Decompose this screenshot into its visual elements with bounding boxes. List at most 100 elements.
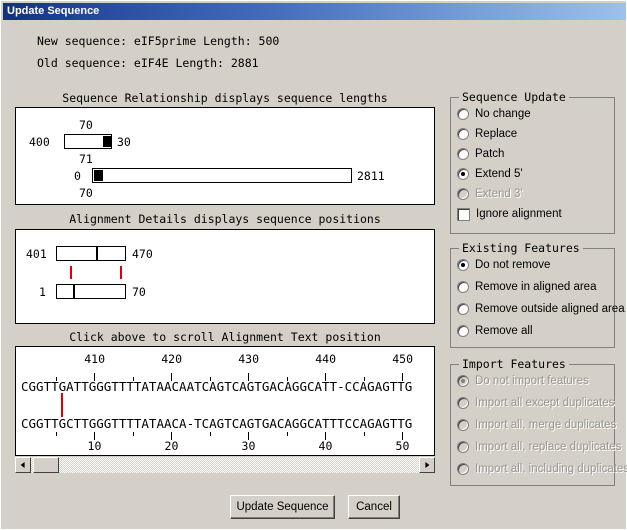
sequence-update-label-3: Extend 5' [475, 168, 523, 180]
new-bar-right-label: 30 [117, 135, 131, 149]
old-bar-bottom-label: 70 [79, 186, 93, 200]
scroll-left-arrow-icon[interactable] [15, 457, 31, 473]
old-bar-right-label: 2811 [357, 169, 385, 183]
align-bottom-right-label: 70 [132, 285, 146, 299]
align-top-bar [56, 246, 126, 261]
existing-features-radio-3[interactable] [457, 325, 469, 337]
sequence-update-option-3[interactable]: Extend 5' [457, 166, 523, 182]
sequence-update-label-4: Extend 3' [475, 188, 523, 200]
sequence-update-option-2[interactable]: Patch [457, 146, 504, 162]
new-sequence-info: New sequence: eIF5prime Length: 500 [37, 34, 279, 48]
ruler-label: 430 [238, 352, 259, 366]
existing-features-option-2[interactable]: Remove outside aligned area [457, 301, 625, 317]
import-features-option-0: Do not import features [457, 373, 589, 389]
import-features-radio-4 [457, 463, 469, 475]
sequence-update-radio-0[interactable] [457, 108, 469, 120]
import-features-option-2: Import all, merge duplicates [457, 417, 616, 433]
ignore-alignment-checkbox[interactable] [457, 208, 470, 221]
mismatch-tick-top [61, 393, 63, 405]
import-features-option-3: Import all, replace duplicates [457, 439, 621, 455]
import-features-group-title: Import Features [459, 357, 569, 371]
sequence-update-label-1: Replace [475, 128, 517, 140]
existing-features-radio-2[interactable] [457, 303, 469, 315]
align-top-bar-marker [96, 246, 98, 261]
alignment-horizontal-scrollbar[interactable] [15, 457, 435, 473]
old-sequence-bar-overlap [94, 170, 103, 181]
align-top-left-label: 401 [26, 247, 47, 261]
ruler-label: 30 [242, 439, 256, 453]
ruler-label: 50 [396, 439, 410, 453]
old-sequence-info: Old sequence: eIF4E Length: 2881 [37, 56, 259, 70]
import-features-radio-3 [457, 441, 469, 453]
new-sequence-bar-overlap [103, 136, 111, 147]
update-sequence-dialog: Update Sequence New sequence: eIF5prime … [0, 0, 627, 530]
new-bar-bottom-label: 71 [79, 152, 93, 166]
import-features-radio-0 [457, 375, 469, 387]
update-sequence-button[interactable]: Update Sequence [230, 495, 335, 519]
new-bar-top-label: 70 [79, 118, 93, 132]
ruler-label: 40 [319, 439, 333, 453]
old-bar-left-label: 0 [74, 169, 81, 183]
ruler-label: 10 [88, 439, 102, 453]
new-bar-left-label: 400 [29, 135, 50, 149]
import-features-label-4: Import all, including duplicates [475, 463, 627, 475]
existing-features-label-3: Remove all [475, 325, 533, 337]
top-sequence-text: CGGTTGATTGGGTTTTATAACAATCAGTCAGTGACAGGCA… [21, 379, 412, 394]
existing-features-group-title: Existing Features [459, 241, 583, 255]
alignment-text-panel[interactable]: 410420430440450 CGGTTGATTGGGTTTTATAACAAT… [15, 346, 435, 456]
scrollbar-thumb[interactable] [33, 457, 59, 473]
bottom-sequence-text: CGGTTGCTTGGGTTTTATAACA-TCAGTCAGTGACAGGCA… [21, 416, 412, 431]
bottom-ruler-ticks [16, 432, 435, 446]
ignore-alignment-option[interactable]: Ignore alignment [457, 206, 562, 222]
sequence-update-option-1[interactable]: Replace [457, 126, 517, 142]
ruler-label: 410 [84, 352, 105, 366]
existing-features-group: Existing Features Do not removeRemove in… [450, 248, 615, 348]
import-features-group: Import Features Do not import featuresIm… [450, 364, 615, 486]
import-features-radio-1 [457, 397, 469, 409]
sequence-update-radio-4 [457, 188, 469, 200]
align-bottom-left-label: 1 [39, 285, 46, 299]
sequence-update-radio-1[interactable] [457, 128, 469, 140]
existing-features-radio-1[interactable] [457, 281, 469, 293]
scroll-right-arrow-icon[interactable] [419, 457, 435, 473]
alignment-details-panel[interactable]: 401 470 1 70 [15, 229, 435, 324]
import-features-option-4: Import all, including duplicates [457, 461, 627, 477]
sequence-update-group-title: Sequence Update [459, 90, 569, 104]
ignore-alignment-label: Ignore alignment [476, 208, 562, 220]
align-top-right-label: 470 [132, 247, 153, 261]
ruler-label: 420 [161, 352, 182, 366]
sequence-update-radio-3[interactable] [457, 168, 469, 180]
existing-features-radio-0[interactable] [457, 259, 469, 271]
import-features-label-2: Import all, merge duplicates [475, 419, 616, 431]
window-titlebar: Update Sequence [3, 3, 626, 20]
import-features-label-3: Import all, replace duplicates [475, 441, 621, 453]
align-bottom-bar [56, 284, 126, 299]
existing-features-label-1: Remove in aligned area [475, 281, 596, 293]
align-red-tick-right [120, 266, 122, 279]
ruler-label: 20 [165, 439, 179, 453]
sequence-relationship-panel[interactable]: 70 400 30 71 0 2811 70 [15, 107, 435, 205]
existing-features-label-2: Remove outside aligned area [475, 303, 625, 315]
sequence-relationship-caption: Sequence Relationship displays sequence … [15, 91, 435, 105]
import-features-radio-2 [457, 419, 469, 431]
existing-features-label-0: Do not remove [475, 259, 550, 271]
sequence-update-group: Sequence Update No changeReplacePatchExt… [450, 97, 615, 234]
sequence-update-option-4: Extend 3' [457, 186, 523, 202]
old-sequence-bar [92, 168, 352, 183]
alignment-details-caption: Alignment Details displays sequence posi… [15, 212, 435, 226]
import-features-label-1: Import all except duplicates [475, 397, 614, 409]
ruler-label: 450 [392, 352, 413, 366]
sequence-update-label-0: No change [475, 108, 531, 120]
import-features-label-0: Do not import features [475, 375, 589, 387]
existing-features-option-0[interactable]: Do not remove [457, 257, 550, 273]
sequence-update-radio-2[interactable] [457, 148, 469, 160]
existing-features-option-3[interactable]: Remove all [457, 323, 533, 339]
sequence-update-label-2: Patch [475, 148, 504, 160]
alignment-text-caption: Click above to scroll Alignment Text pos… [15, 330, 435, 344]
existing-features-option-1[interactable]: Remove in aligned area [457, 279, 596, 295]
align-red-tick-left [70, 266, 72, 279]
cancel-button[interactable]: Cancel [348, 495, 400, 519]
sequence-update-option-0[interactable]: No change [457, 106, 531, 122]
align-bottom-bar-marker [73, 284, 75, 299]
import-features-option-1: Import all except duplicates [457, 395, 614, 411]
